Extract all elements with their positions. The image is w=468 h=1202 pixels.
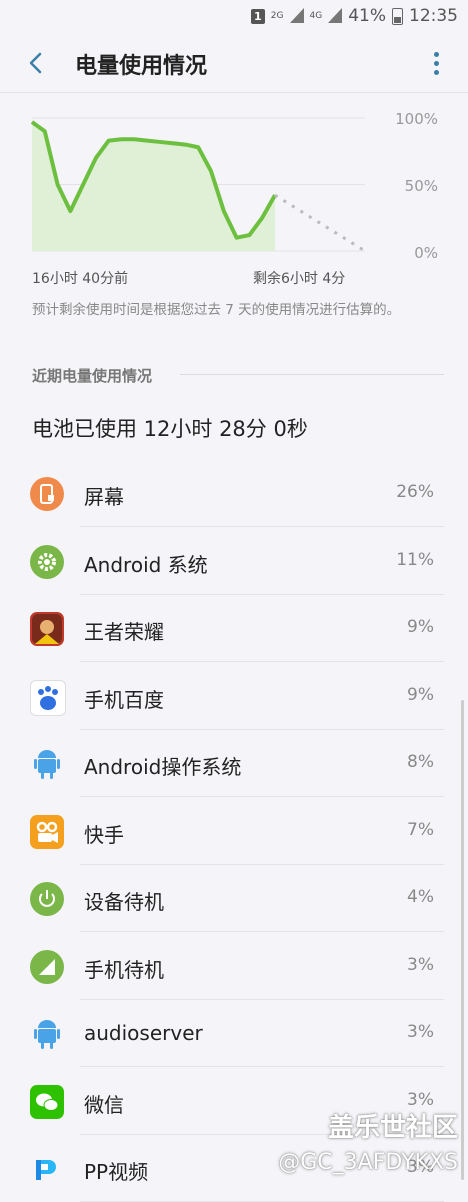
app-name: audioserver [84, 1021, 203, 1045]
usage-percent: 8% [407, 752, 434, 772]
kuaishou-icon [30, 814, 64, 849]
pp-video-icon [30, 1152, 64, 1186]
usage-percent: 3% [407, 1022, 434, 1042]
y-tick-label: 0% [414, 244, 438, 262]
list-item[interactable]: 屏幕 26% [0, 460, 468, 527]
projection-line [274, 193, 366, 253]
estimate-note: 预计剩余使用时间是根据您过去 7 天的使用情况进行估算的。 [32, 302, 401, 318]
android-robot-icon [30, 1017, 64, 1051]
signal-strength-icon [289, 8, 304, 24]
screen-icon [30, 477, 64, 511]
app-name: PP视频 [84, 1160, 149, 1184]
watermark-user: @GC_3AFDYKXS [278, 1150, 458, 1175]
signal-standby-icon [30, 949, 64, 984]
usage-percent: 9% [407, 617, 434, 637]
x-label-start: 16小时 40分前 [32, 271, 129, 287]
usage-percent: 26% [396, 482, 434, 502]
app-name: 手机待机 [84, 957, 164, 982]
list-item[interactable]: 手机待机 3% [0, 933, 468, 1000]
usage-percent: 4% [407, 887, 434, 907]
battery-used-time: 电池已使用 12小时 28分 0秒 [32, 417, 308, 441]
network-2g-label: 2G [270, 11, 284, 21]
x-label-end: 剩余6小时 4分 [253, 271, 346, 287]
more-vert-icon [433, 52, 439, 57]
app-name: 王者荣耀 [84, 620, 164, 644]
android-system-gear-icon [30, 544, 64, 579]
watermark-community: 盖乐世社区 [327, 1113, 458, 1143]
usage-percent: 3% [407, 954, 434, 975]
list-item[interactable]: 设备待机 4% [0, 865, 468, 932]
wechat-icon [30, 1084, 64, 1119]
back-button[interactable] [24, 48, 50, 78]
app-name: Android 系统 [84, 552, 208, 577]
app-name: 手机百度 [84, 687, 164, 712]
app-name: 屏幕 [84, 485, 124, 509]
chevron-left-icon [29, 52, 42, 74]
list-item[interactable]: Android操作系统 8% [0, 730, 468, 797]
app-bar: 电量使用情况 [0, 34, 468, 93]
section-title: 近期电量使用情况 [32, 367, 153, 385]
network-4g-label: 4G [309, 11, 323, 21]
status-bar: 1 2G 4G 41% 12:35 [0, 0, 468, 34]
list-item[interactable]: 快手 7% [0, 798, 468, 865]
app-name: Android操作系统 [84, 755, 242, 779]
scrollbar[interactable] [461, 700, 464, 1180]
battery-percent: 41% [348, 6, 386, 26]
android-robot-icon [30, 747, 64, 781]
usage-percent: 11% [396, 549, 434, 570]
page-title: 电量使用情况 [75, 54, 208, 79]
signal-strength-icon-2 [328, 8, 343, 24]
y-tick-label: 50% [404, 177, 438, 195]
app-name: 微信 [84, 1092, 124, 1117]
honor-of-kings-icon [30, 612, 64, 646]
list-item[interactable]: 王者荣耀 9% [0, 595, 468, 662]
more-options-button[interactable] [432, 52, 440, 76]
baidu-paw-icon [30, 679, 66, 716]
battery-icon [392, 7, 403, 25]
section-divider [180, 374, 444, 375]
usage-percent: 7% [407, 819, 434, 840]
list-item[interactable]: 手机百度 9% [0, 663, 468, 730]
usage-percent: 9% [407, 684, 434, 705]
app-name: 快手 [84, 822, 124, 847]
app-name: 设备待机 [84, 890, 164, 914]
clock: 12:35 [409, 6, 458, 26]
list-item[interactable]: audioserver 3% [0, 1000, 468, 1067]
sim-card-icon: 1 [250, 8, 265, 24]
power-standby-icon [30, 882, 64, 916]
y-tick-label: 100% [395, 110, 438, 128]
list-item[interactable]: Android 系统 11% [0, 528, 468, 595]
